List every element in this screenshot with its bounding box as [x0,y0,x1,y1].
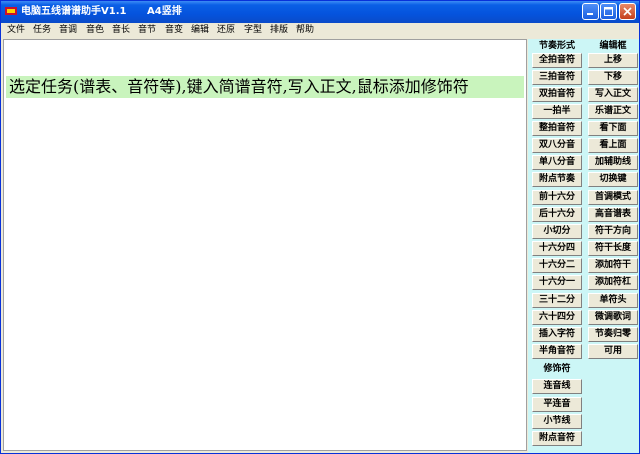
edit-button[interactable]: 首调模式 [588,190,638,205]
edit-button[interactable]: 高音谱表 [588,207,638,222]
ornament-section-header: 修饰符 [543,364,571,374]
rhythm-button[interactable]: 六十四分 [532,310,582,325]
maximize-button[interactable] [600,3,617,20]
edit-button[interactable]: 看下面 [588,121,638,136]
menu-edit[interactable]: 编辑 [191,24,209,37]
window-title: 电脑五线谱谱助手V1.1 [21,6,127,17]
rhythm-button[interactable]: 插入字符 [532,327,582,342]
rhythm-button[interactable]: 双拍音符 [532,87,582,102]
edit-button[interactable]: 切换键 [588,172,638,187]
menu-timbre[interactable]: 音色 [86,24,104,37]
menu-bar: 文件 任务 音调 音色 音长 音节 音变 编辑 还原 字型 排版 帮助 [1,23,639,38]
rhythm-button[interactable]: 前十六分 [532,190,582,205]
app-window: 电脑五线谱谱助手V1.1 A4竖排 文件 任务 音调 音色 音长 音节 音变 编… [0,0,640,454]
rhythm-button[interactable]: 三拍音符 [532,70,582,85]
ornament-button[interactable]: 小节线 [532,414,582,429]
menu-duration[interactable]: 音长 [112,24,130,37]
rhythm-button[interactable]: 一拍半 [532,104,582,119]
rhythm-button[interactable]: 单八分音 [532,155,582,170]
menu-measure[interactable]: 音节 [138,24,156,37]
ornament-button[interactable]: 附点音符 [532,431,582,446]
minimize-button[interactable] [582,3,599,20]
title-bar: 电脑五线谱谱助手V1.1 A4竖排 [1,1,639,23]
instruction-banner: 选定任务(谱表、音符等),键入简谱音符,写入正文,鼠标添加修饰符 [6,76,524,98]
close-button[interactable] [619,3,636,20]
edit-section-header: 编辑框 [599,41,627,51]
menu-file[interactable]: 文件 [7,24,25,37]
rhythm-button[interactable]: 十六分四 [532,241,582,256]
ornament-button[interactable]: 平连音 [532,397,582,412]
maximize-icon [604,7,613,16]
edit-button[interactable]: 符干方向 [588,224,638,239]
rhythm-button[interactable]: 小切分 [532,224,582,239]
rhythm-button[interactable]: 全拍音符 [532,53,582,68]
rhythm-button[interactable]: 十六分二 [532,258,582,273]
edit-button[interactable]: 上移 [588,53,638,68]
rhythm-button[interactable]: 双八分音 [532,138,582,153]
edit-button[interactable]: 节奏归零 [588,327,638,342]
tool-panel: 节奏形式 编辑框 全拍音符 三拍音符 双拍音符 一拍半 整拍音符 双八分音 单八… [528,39,639,453]
menu-layout[interactable]: 排版 [270,24,288,37]
edit-button[interactable]: 添加符干 [588,258,638,273]
edit-button[interactable]: 微调歌词 [588,310,638,325]
edit-button[interactable]: 可用 [588,344,638,359]
edit-button[interactable]: 看上面 [588,138,638,153]
minimize-icon [587,13,593,15]
layout-mode-label: A4竖排 [147,6,182,17]
rhythm-button[interactable]: 半角音符 [532,344,582,359]
menu-key[interactable]: 音调 [59,24,77,37]
edit-button[interactable]: 加辅助线 [588,155,638,170]
instruction-text: 选定任务(谱表、音符等),键入简谱音符,写入正文,鼠标添加修饰符 [9,77,469,96]
edit-button[interactable]: 单符头 [588,293,638,308]
close-icon [623,7,632,16]
menu-accidental[interactable]: 音变 [165,24,183,37]
menu-undo[interactable]: 还原 [217,24,235,37]
score-editor[interactable]: 选定任务(谱表、音符等),键入简谱音符,写入正文,鼠标添加修饰符 [3,39,527,451]
edit-button[interactable]: 添加符杠 [588,275,638,290]
rhythm-button[interactable]: 整拍音符 [532,121,582,136]
app-icon [5,7,17,15]
rhythm-button[interactable]: 附点节奏 [532,172,582,187]
edit-button[interactable]: 符干长度 [588,241,638,256]
edit-button[interactable]: 写入正文 [588,87,638,102]
menu-task[interactable]: 任务 [33,24,51,37]
menu-help[interactable]: 帮助 [296,24,314,37]
edit-button[interactable]: 下移 [588,70,638,85]
rhythm-button[interactable]: 后十六分 [532,207,582,222]
rhythm-button[interactable]: 十六分一 [532,275,582,290]
menu-font[interactable]: 字型 [244,24,262,37]
ornament-button[interactable]: 连音线 [532,379,582,394]
rhythm-section-header: 节奏形式 [538,41,575,51]
rhythm-button[interactable]: 三十二分 [532,293,582,308]
edit-button[interactable]: 乐谱正文 [588,104,638,119]
